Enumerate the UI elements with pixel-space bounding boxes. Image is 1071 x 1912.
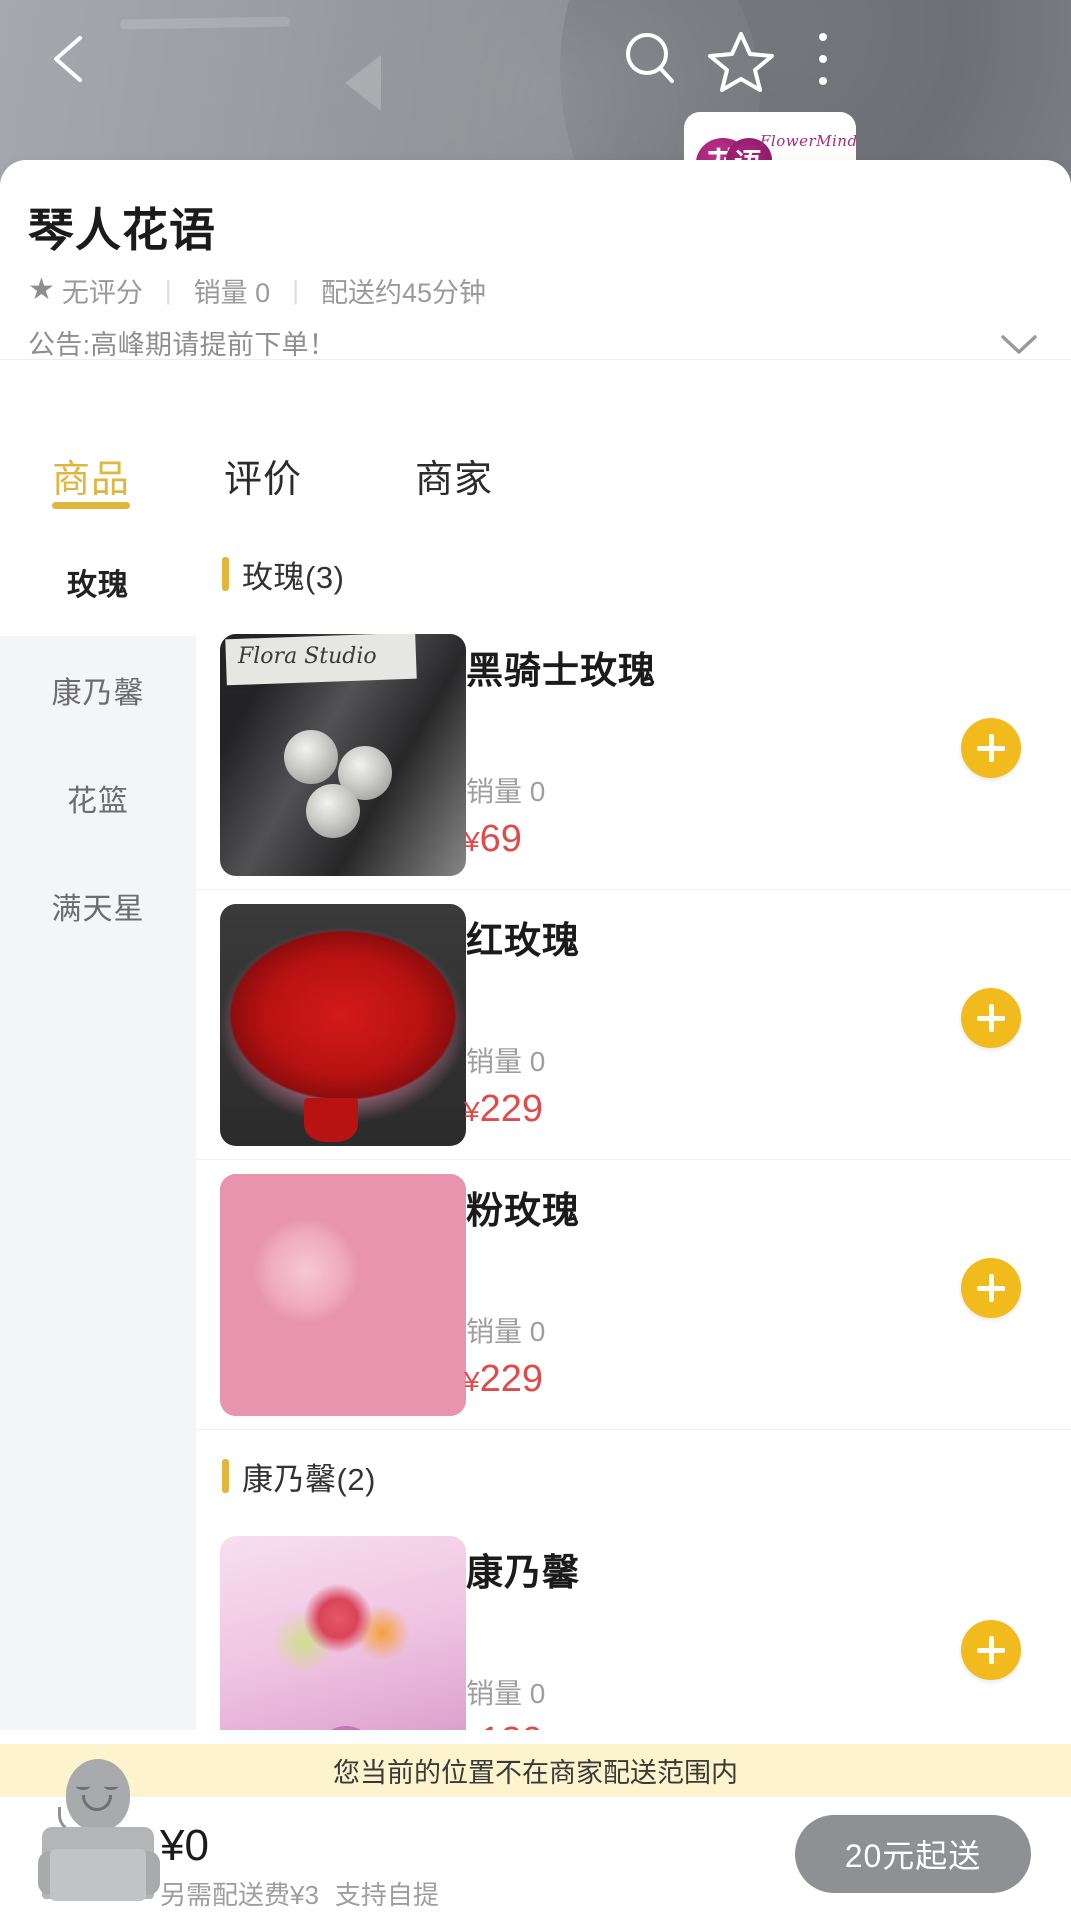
product-image-label: Flora Studio xyxy=(238,644,377,669)
meta-separator-2: | xyxy=(292,274,299,305)
product-price: ¥229 xyxy=(464,1088,543,1131)
product-name: 康乃馨 xyxy=(466,1552,580,1593)
shop-announcement: 公告:高峰期请提前下单！ xyxy=(28,330,337,360)
product-row[interactable]: 康乃馨 销量 0 ¥129 xyxy=(196,1522,1071,1730)
product-price: ¥129 xyxy=(464,1720,543,1730)
product-sales: 销量 0 xyxy=(466,1678,546,1709)
section-accent-bar xyxy=(222,1459,229,1493)
tab-active-indicator xyxy=(52,502,130,509)
sidebar-item-carnation[interactable]: 康乃馨 xyxy=(0,636,196,744)
price-value: 229 xyxy=(479,1088,543,1130)
product-row[interactable]: 红玫瑰 销量 0 ¥229 xyxy=(196,890,1071,1160)
section-accent-bar xyxy=(222,557,229,591)
cart-subtext: 另需配送费¥3 支持自提 xyxy=(160,1875,439,1912)
star-filled-icon: ★ xyxy=(28,273,55,306)
add-to-cart-button[interactable] xyxy=(961,718,1021,778)
product-row[interactable]: 粉玫瑰 销量 0 ¥229 xyxy=(196,1160,1071,1430)
sidebar-item-flowerbasket[interactable]: 花篮 xyxy=(0,744,196,852)
cart-total-price: ¥0 xyxy=(160,1821,209,1870)
self-pickup-text: 支持自提 xyxy=(334,1880,439,1910)
shop-sales: 销量 0 xyxy=(193,277,271,308)
shop-delivery-time: 配送约45分钟 xyxy=(320,277,487,308)
cart-bottom-bar: ¥0 另需配送费¥3 支持自提 20元起送 xyxy=(0,1759,1071,1912)
shop-info-card: 琴人花语 ★ 无评分 | 销量 0 | 配送约45分钟 公告:高峰期请提前下单！ xyxy=(0,160,1071,438)
add-to-cart-button[interactable] xyxy=(961,1620,1021,1680)
product-name: 黑骑士玫瑰 xyxy=(466,650,656,691)
logo-brand-text: FlowerMind xyxy=(760,132,856,150)
delivery-fee-text: 另需配送费¥3 xyxy=(160,1880,319,1910)
price-value: 129 xyxy=(480,1720,543,1730)
favorite-star-icon[interactable] xyxy=(706,28,776,92)
add-to-cart-button[interactable] xyxy=(961,988,1021,1048)
product-price: ¥229 xyxy=(464,1358,543,1401)
search-icon[interactable] xyxy=(618,28,684,90)
shop-rating: 无评分 xyxy=(61,277,143,308)
section-title: 康乃馨(2) xyxy=(242,1461,376,1497)
price-value: 69 xyxy=(479,818,522,860)
meta-separator: | xyxy=(164,274,172,305)
price-value: 229 xyxy=(479,1358,543,1400)
tab-products[interactable]: 商品 xyxy=(52,448,130,503)
divider xyxy=(0,359,1071,360)
sidebar-item-rose[interactable]: 玫瑰 xyxy=(0,528,196,636)
currency-symbol: ¥ xyxy=(464,1096,480,1127)
delivery-person-icon[interactable] xyxy=(36,1753,162,1903)
top-navigation-bar xyxy=(0,0,1071,118)
sidebar-item-babysbreath[interactable]: 满天星 xyxy=(0,852,196,960)
category-sidebar: 玫瑰 康乃馨 花篮 满天星 xyxy=(0,528,196,1730)
back-button[interactable] xyxy=(42,30,98,88)
currency-symbol: ¥ xyxy=(464,826,480,857)
tab-reviews[interactable]: 评价 xyxy=(224,448,302,503)
product-price: ¥69 xyxy=(464,818,522,861)
product-image[interactable] xyxy=(220,904,466,1146)
more-vertical-icon[interactable] xyxy=(806,28,840,90)
product-image[interactable] xyxy=(220,1174,466,1416)
add-to-cart-button[interactable] xyxy=(961,1258,1021,1318)
section-header-carnation: 康乃馨(2) xyxy=(196,1430,1071,1522)
product-list[interactable]: 玫瑰(3) Flora Studio 黑骑士玫瑰 销量 0 ¥69 红玫瑰 销量… xyxy=(196,528,1071,1730)
product-image[interactable] xyxy=(220,1536,466,1730)
page-title: 琴人花语 xyxy=(28,204,216,256)
product-sales: 销量 0 xyxy=(466,776,546,807)
tab-merchant[interactable]: 商家 xyxy=(415,448,493,503)
currency-symbol: ¥ xyxy=(464,1366,480,1397)
product-name: 红玫瑰 xyxy=(466,920,580,961)
product-sales: 销量 0 xyxy=(466,1316,546,1347)
product-name: 粉玫瑰 xyxy=(466,1190,580,1231)
section-header-rose: 玫瑰(3) xyxy=(196,528,1071,620)
shop-meta-row: ★ 无评分 | 销量 0 | 配送约45分钟 xyxy=(28,270,486,310)
product-row[interactable]: Flora Studio 黑骑士玫瑰 销量 0 ¥69 xyxy=(196,620,1071,890)
section-title: 玫瑰(3) xyxy=(242,559,345,595)
content-tabs: 商品 评价 商家 xyxy=(0,438,1071,528)
place-order-button[interactable]: 20元起送 xyxy=(795,1815,1031,1893)
product-sales: 销量 0 xyxy=(466,1046,546,1077)
product-image[interactable]: Flora Studio xyxy=(220,634,466,876)
currency-symbol: ¥ xyxy=(464,1728,480,1730)
